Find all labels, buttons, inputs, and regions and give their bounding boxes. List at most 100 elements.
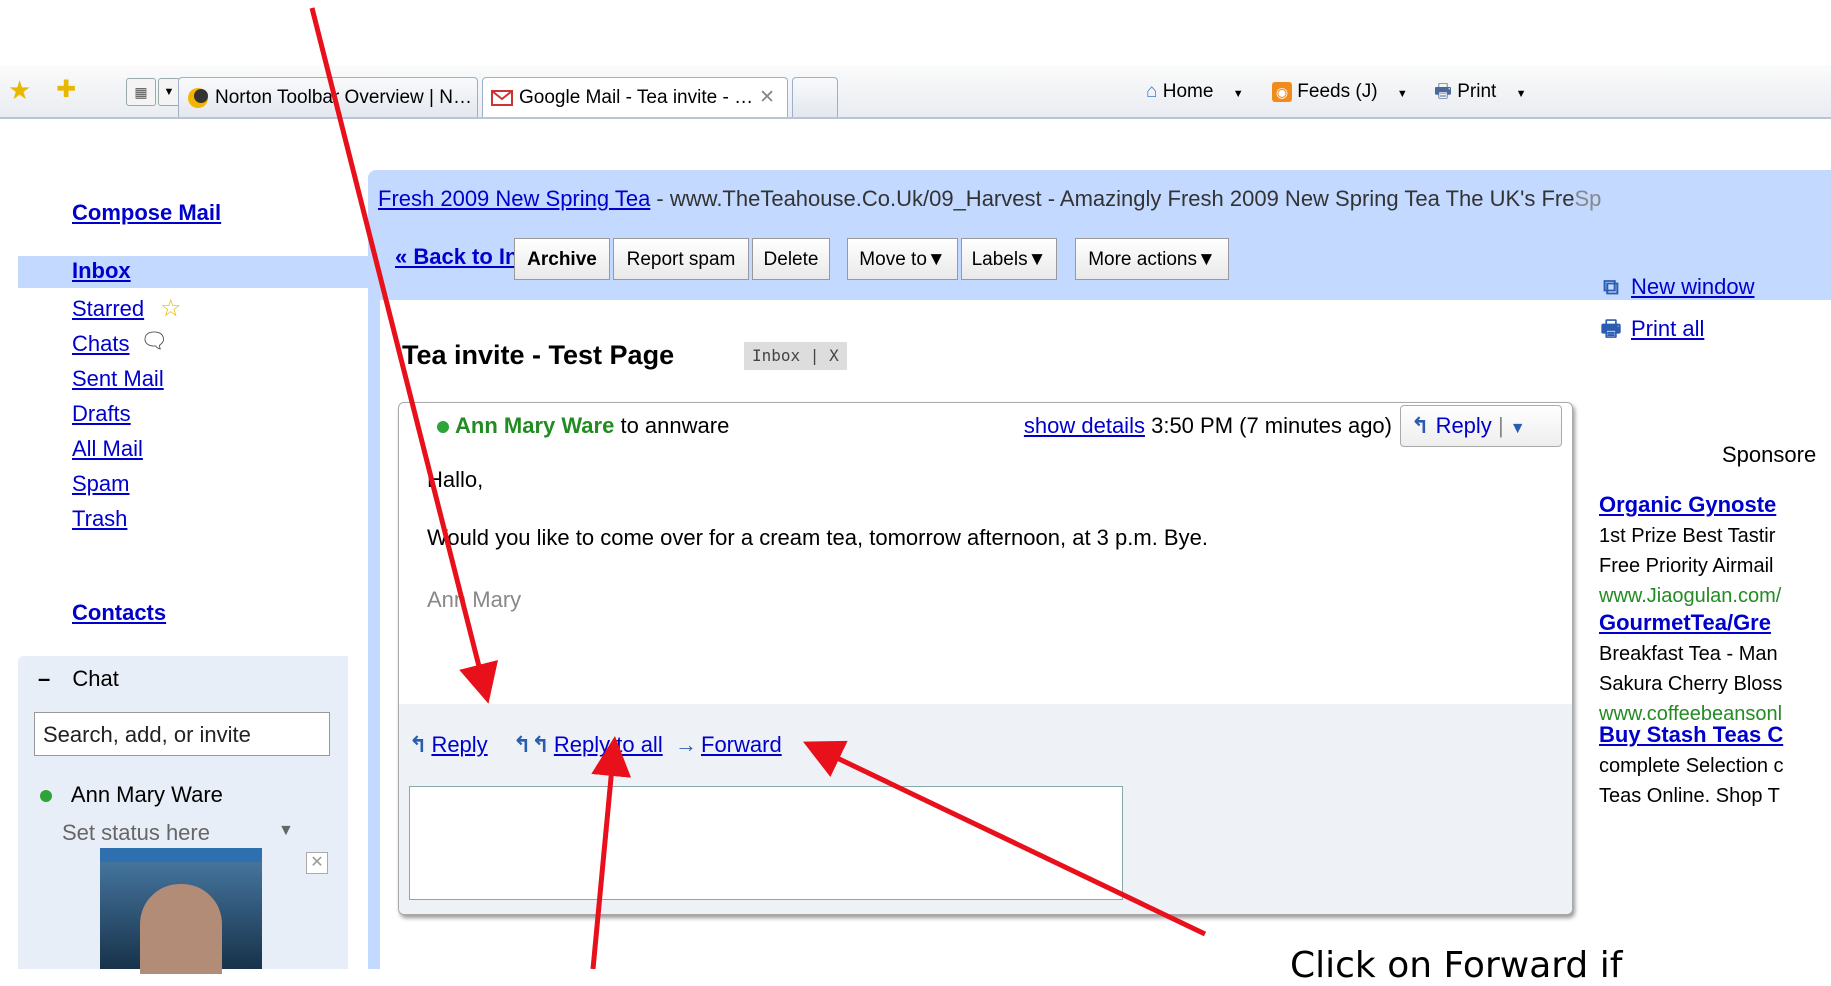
forward-action[interactable]: → Forward xyxy=(675,732,782,758)
chat-title: Chat xyxy=(72,666,119,691)
browser-tab-bar: ★ ✚ ▦ ▼ Norton Toolbar Overview | N… Goo… xyxy=(0,65,1831,119)
ad-url[interactable]: www.Jiaogulan.com/ xyxy=(1599,585,1781,607)
tab-gmail-label: Google Mail - Tea invite - … xyxy=(519,87,754,108)
print-all-link[interactable]: Print all xyxy=(1631,316,1704,341)
home-label: Home xyxy=(1162,81,1214,102)
reply-bar: ↰ Reply ↰↰ Reply to all → Forward xyxy=(399,704,1572,914)
ad-title[interactable]: GourmetTea/Gre xyxy=(1599,610,1771,635)
new-tab-button[interactable] xyxy=(792,77,838,117)
more-actions-button[interactable]: More actions▼ xyxy=(1075,238,1229,280)
add-favorites-icon[interactable]: ✚ xyxy=(56,77,76,103)
inbox-label-chip[interactable]: Inbox | X xyxy=(744,342,847,370)
ad-text: Sakura Cherry Bloss xyxy=(1599,673,1783,695)
message-body: Would you like to come over for a cream … xyxy=(427,525,1208,550)
status-dropdown-icon[interactable]: ▼ xyxy=(278,822,294,840)
sponsored-ad[interactable]: Organic Gynoste 1st Prize Best Tastir Fr… xyxy=(1599,490,1831,611)
tab-norton[interactable]: Norton Toolbar Overview | N… xyxy=(178,77,478,117)
feeds-button[interactable]: ◉ Feeds (J) ▼ xyxy=(1272,79,1408,107)
nav-starred[interactable]: Starred xyxy=(72,296,144,322)
reply-arrow-icon: ↰ xyxy=(1411,413,1430,438)
reply-button-label: Reply xyxy=(1435,413,1492,438)
forward-link[interactable]: Forward xyxy=(701,732,782,757)
quick-reply-textarea[interactable] xyxy=(409,786,1123,900)
close-icon[interactable]: ✕ xyxy=(306,852,328,874)
nav-drafts[interactable]: Drafts xyxy=(72,401,131,427)
printer-icon: 🖶 xyxy=(1600,316,1622,341)
home-button[interactable]: ⌂ Home ▼ xyxy=(1146,79,1244,107)
tab-list-dropdown-icon[interactable]: ▼ xyxy=(158,78,180,106)
sender-name[interactable]: Ann Mary Ware xyxy=(455,413,614,438)
nav-spam[interactable]: Spam xyxy=(72,471,129,497)
message-card: Ann Mary Ware to annware show details 3:… xyxy=(398,402,1573,915)
message-subject: Tea invite - Test Page xyxy=(402,340,675,370)
nav-sent-mail[interactable]: Sent Mail xyxy=(72,366,164,392)
chat-panel: – Chat Search, add, or invite Ann Mary W… xyxy=(18,656,348,974)
top-ad-link[interactable]: Fresh 2009 New Spring Tea xyxy=(378,186,650,211)
star-icon: ☆ xyxy=(160,295,182,322)
message-meta: show details 3:50 PM (7 minutes ago) xyxy=(1024,413,1392,439)
reply-link[interactable]: Reply xyxy=(431,732,487,757)
ad-title[interactable]: Buy Stash Teas C xyxy=(1599,722,1783,747)
show-details-link[interactable]: show details xyxy=(1024,413,1145,438)
inbox-selected-bar[interactable]: Inbox xyxy=(18,256,368,288)
reply-all-link[interactable]: Reply to all xyxy=(554,732,663,757)
nav-all-mail[interactable]: All Mail xyxy=(72,436,143,462)
message-signature: Ann Mary xyxy=(427,587,522,612)
archive-button[interactable]: Archive xyxy=(514,238,610,280)
top-ad-overflow: Sp xyxy=(1574,186,1602,211)
tab-gmail[interactable]: Google Mail - Tea invite - … ✕ xyxy=(482,77,788,117)
report-spam-button[interactable]: Report spam xyxy=(613,238,749,280)
feeds-dropdown-icon[interactable]: ▼ xyxy=(1397,88,1408,100)
chat-header[interactable]: – Chat xyxy=(38,666,119,692)
print-dropdown-icon[interactable]: ▼ xyxy=(1516,88,1527,100)
reply-all-action[interactable]: ↰↰ Reply to all xyxy=(513,732,663,758)
message-time: 3:50 PM (7 minutes ago) xyxy=(1151,413,1392,438)
sponsored-ad[interactable]: GourmetTea/Gre Breakfast Tea - Man Sakur… xyxy=(1599,608,1831,729)
annotation-caption: Click on Forward if xyxy=(1290,945,1623,986)
new-window-link[interactable]: New window xyxy=(1631,274,1755,299)
new-window-action[interactable]: ⧉ New window xyxy=(1599,274,1755,300)
gmail-icon xyxy=(491,90,513,106)
message-header[interactable]: Ann Mary Ware to annware xyxy=(437,413,729,439)
chat-contact[interactable]: Ann Mary Ware xyxy=(40,782,223,808)
ad-text: complete Selection c xyxy=(1599,755,1784,777)
ad-title[interactable]: Organic Gynoste xyxy=(1599,492,1776,517)
contacts-link[interactable]: Contacts xyxy=(72,600,166,626)
reply-button[interactable]: ↰ Reply | ▼ xyxy=(1400,405,1562,447)
reply-dropdown-icon[interactable]: ▼ xyxy=(1510,420,1526,437)
reply-all-arrow-icon: ↰↰ xyxy=(513,732,550,757)
nav-trash[interactable]: Trash xyxy=(72,506,127,532)
ad-text: Breakfast Tea - Man xyxy=(1599,643,1778,665)
rss-icon: ◉ xyxy=(1272,81,1292,102)
ad-text: Teas Online. Shop T xyxy=(1599,785,1780,807)
chat-status-text[interactable]: Set status here xyxy=(62,820,210,846)
recipient-text: to annware xyxy=(620,413,730,438)
tab-close-icon[interactable]: ✕ xyxy=(759,78,775,117)
move-to-button[interactable]: Move to▼ xyxy=(847,238,958,280)
print-label: Print xyxy=(1457,81,1497,102)
reply-action[interactable]: ↰ Reply xyxy=(409,732,488,758)
chat-search-input[interactable]: Search, add, or invite xyxy=(34,712,330,756)
online-status-icon xyxy=(40,790,52,803)
favorites-star-icon[interactable]: ★ xyxy=(8,77,31,103)
sponsored-ad[interactable]: Buy Stash Teas C complete Selection c Te… xyxy=(1599,720,1831,811)
quick-tabs-icon[interactable]: ▦ xyxy=(126,78,156,106)
forward-arrow-icon: → xyxy=(675,732,697,757)
print-all-action[interactable]: 🖶 Print all xyxy=(1599,312,1705,350)
norton-icon xyxy=(188,88,208,108)
chat-bubble-icon: 🗨 xyxy=(140,328,168,353)
ad-text: Free Priority Airmail xyxy=(1599,555,1774,577)
home-dropdown-icon[interactable]: ▼ xyxy=(1233,88,1244,100)
printer-icon: 🖶 xyxy=(1434,81,1452,102)
print-button[interactable]: 🖶 Print ▼ xyxy=(1434,79,1526,107)
labels-button[interactable]: Labels▼ xyxy=(961,238,1057,280)
compose-mail-link[interactable]: Compose Mail xyxy=(72,200,221,226)
collapse-icon[interactable]: – xyxy=(38,666,50,691)
delete-button[interactable]: Delete xyxy=(752,238,830,280)
reply-arrow-icon: ↰ xyxy=(409,732,428,757)
ad-text: 1st Prize Best Tastir xyxy=(1599,525,1776,547)
top-ad-line: Fresh 2009 New Spring Tea - www.TheTeaho… xyxy=(378,186,1831,212)
chat-contact-name: Ann Mary Ware xyxy=(70,782,223,807)
nav-chats[interactable]: Chats xyxy=(72,331,129,357)
inbox-link[interactable]: Inbox xyxy=(72,258,131,284)
